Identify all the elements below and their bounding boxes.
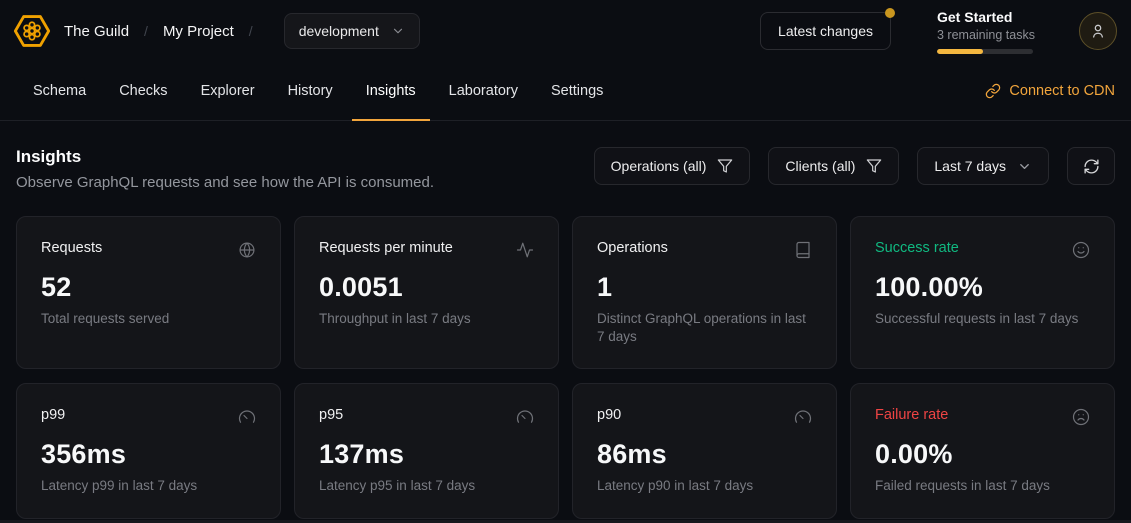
smile-icon [1072, 241, 1090, 259]
get-started-widget[interactable]: Get Started 3 remaining tasks [937, 9, 1033, 54]
tab-laboratory[interactable]: Laboratory [435, 62, 532, 120]
stat-card-description: Successful requests in last 7 days [875, 310, 1090, 328]
stat-card-value: 52 [41, 272, 256, 303]
stat-card-title: Failure rate [875, 407, 948, 423]
link-icon [985, 83, 1001, 99]
get-started-progressbar [937, 49, 1033, 54]
target-selector-value: development [299, 23, 379, 39]
breadcrumb: The Guild / My Project / development [64, 13, 420, 49]
filter-funnel-icon [866, 158, 882, 174]
stat-card-value: 100.00% [875, 272, 1090, 303]
clients-filter-label: Clients (all) [785, 158, 855, 174]
main-nav: Schema Checks Explorer History Insights Labor… [0, 62, 1131, 121]
stat-card-description: Distinct GraphQL operations in last 7 da… [597, 310, 812, 345]
chevron-down-icon [1017, 159, 1032, 174]
tab-label: Insights [366, 83, 416, 99]
stat-card-title: Success rate [875, 240, 959, 256]
chevron-down-icon [391, 24, 405, 38]
breadcrumb-org[interactable]: The Guild [64, 23, 129, 40]
period-select-label: Last 7 days [934, 158, 1006, 174]
tab-label: Checks [119, 83, 167, 99]
latest-changes-label: Latest changes [778, 23, 873, 39]
stat-card-title: p99 [41, 407, 65, 423]
stat-card-title: p90 [597, 407, 621, 423]
get-started-progress-fill [937, 49, 983, 54]
stat-card-description: Total requests served [41, 310, 256, 328]
stat-card-value: 86ms [597, 439, 812, 470]
notification-dot [885, 8, 895, 18]
tab-insights[interactable]: Insights [352, 62, 430, 120]
latest-changes-button[interactable]: Latest changes [760, 12, 891, 50]
breadcrumb-project[interactable]: My Project [163, 23, 234, 40]
tab-label: History [288, 83, 333, 99]
stat-card-p99: p99 356ms Latency p99 in last 7 days [16, 383, 281, 519]
tab-schema[interactable]: Schema [19, 62, 100, 120]
stat-card-p90: p90 86ms Latency p90 in last 7 days [572, 383, 837, 519]
tab-history[interactable]: History [274, 62, 347, 120]
stat-card-description: Throughput in last 7 days [319, 310, 534, 328]
filter-funnel-icon [717, 158, 733, 174]
user-icon [1089, 22, 1107, 40]
stat-card-title: Operations [597, 240, 668, 256]
gauge-icon [516, 408, 534, 426]
frown-icon [1072, 408, 1090, 426]
refresh-icon [1083, 158, 1100, 175]
gauge-icon [238, 408, 256, 426]
operations-filter-label: Operations (all) [611, 158, 707, 174]
nav-tabs: Schema Checks Explorer History Insights Labor… [19, 62, 617, 120]
tab-label: Explorer [201, 83, 255, 99]
stat-card-operations: Operations 1 Distinct GraphQL operations… [572, 216, 837, 369]
app-header: The Guild / My Project / development Lat… [0, 0, 1131, 62]
stat-card-title: Requests per minute [319, 240, 453, 256]
stat-card-success-rate: Success rate 100.00% Successful requests… [850, 216, 1115, 369]
stat-card-title: p95 [319, 407, 343, 423]
stat-card-description: Failed requests in last 7 days [875, 477, 1090, 495]
tab-explorer[interactable]: Explorer [187, 62, 269, 120]
page-title: Insights [16, 147, 434, 167]
stat-card-description: Latency p95 in last 7 days [319, 477, 534, 495]
stat-card-p95: p95 137ms Latency p95 in last 7 days [294, 383, 559, 519]
tab-settings[interactable]: Settings [537, 62, 617, 120]
insights-page: Insights Observe GraphQL requests and se… [0, 147, 1131, 519]
tab-checks[interactable]: Checks [105, 62, 181, 120]
stat-card-requests-per-minute: Requests per minute 0.0051 Throughput in… [294, 216, 559, 369]
stat-card-requests: Requests 52 Total requests served [16, 216, 281, 369]
breadcrumb-separator: / [144, 23, 148, 39]
breadcrumb-separator: / [249, 23, 253, 39]
stats-grid: Requests 52 Total requests served Reques… [16, 216, 1115, 519]
book-icon [794, 241, 812, 259]
gauge-icon [794, 408, 812, 426]
clients-filter-button[interactable]: Clients (all) [768, 147, 899, 185]
filter-toolbar: Operations (all) Clients (all) Last 7 da… [594, 147, 1115, 185]
hive-logo-icon[interactable] [12, 11, 52, 51]
tab-label: Settings [551, 83, 603, 99]
stat-card-failure-rate: Failure rate 0.00% Failed requests in la… [850, 383, 1115, 519]
globe-icon [238, 241, 256, 259]
stat-card-description: Latency p90 in last 7 days [597, 477, 812, 495]
user-avatar[interactable] [1079, 12, 1117, 50]
page-subtitle: Observe GraphQL requests and see how the… [16, 174, 434, 191]
operations-filter-button[interactable]: Operations (all) [594, 147, 751, 185]
stat-card-value: 0.0051 [319, 272, 534, 303]
stat-card-value: 0.00% [875, 439, 1090, 470]
stat-card-title: Requests [41, 240, 102, 256]
tab-label: Schema [33, 83, 86, 99]
get-started-title: Get Started [937, 9, 1033, 25]
stat-card-value: 356ms [41, 439, 256, 470]
tab-label: Laboratory [449, 83, 518, 99]
connect-to-cdn-label: Connect to CDN [1009, 83, 1115, 99]
stat-card-description: Latency p99 in last 7 days [41, 477, 256, 495]
get-started-subtitle: 3 remaining tasks [937, 28, 1033, 42]
period-select-button[interactable]: Last 7 days [917, 147, 1049, 185]
target-selector[interactable]: development [284, 13, 420, 49]
connect-to-cdn-link[interactable]: Connect to CDN [985, 83, 1115, 99]
stat-card-value: 137ms [319, 439, 534, 470]
stat-card-value: 1 [597, 272, 812, 303]
activity-icon [516, 241, 534, 259]
refresh-button[interactable] [1067, 147, 1115, 185]
